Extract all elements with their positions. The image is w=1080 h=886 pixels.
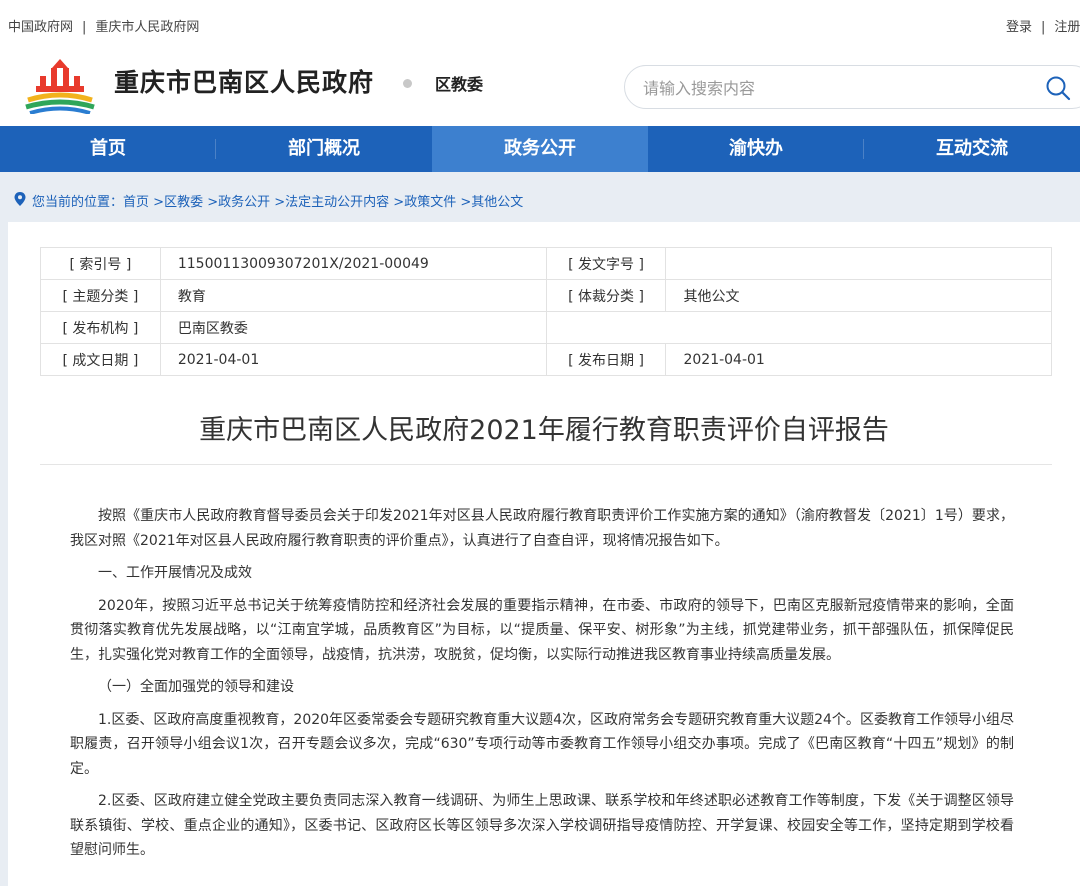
government-logo-icon[interactable] — [22, 56, 98, 114]
top-links-left: 中国政府网 | 重庆市人民政府网 — [8, 16, 199, 35]
published-date-value: 2021-04-01 — [665, 343, 1052, 376]
link-cq-gov[interactable]: 重庆市人民政府网 — [95, 20, 199, 35]
paragraph: 按照《重庆市人民政府教育督导委员会关于印发2021年对区县人民政府履行教育职责评… — [70, 508, 1014, 549]
published-date-label: [ 发布日期 ] — [545, 343, 667, 376]
breadcrumb-separator: > — [270, 195, 286, 210]
topic-label: [ 主题分类 ] — [40, 279, 161, 312]
paragraph: 2020年，按照习近平总书记关于统筹疫情防控和经济社会发展的重要指示精神，在市委… — [70, 597, 1014, 663]
breadcrumb-trail: 您当前的位置：首页 >区教委 >政务公开 >法定主动公开内容 >政策文件 >其他… — [32, 191, 523, 210]
link-gov-cn[interactable]: 中国政府网 — [8, 20, 73, 35]
article-content: [ 索引号 ] 11500113009307201X/2021-00049 [ … — [8, 222, 1080, 886]
main-nav: 首页 部门概况 政务公开 渝快办 互动交流 — [0, 126, 1080, 172]
empty-cell — [545, 311, 1053, 344]
nav-government-affairs[interactable]: 政务公开 — [432, 126, 648, 172]
publisher-label: [ 发布机构 ] — [40, 311, 161, 344]
genre-label: [ 体裁分类 ] — [545, 279, 667, 312]
index-label: [ 索引号 ] — [40, 247, 161, 280]
search-input[interactable] — [643, 76, 1023, 100]
breadcrumb-prefix: 您当前的位置： — [32, 195, 124, 210]
breadcrumb-item-edu[interactable]: 区教委 — [164, 195, 203, 210]
created-date-label: [ 成文日期 ] — [40, 343, 161, 376]
top-bar: 中国政府网 | 重庆市人民政府网 登录 | 注册 — [0, 0, 1080, 46]
site-header: 重庆市巴南区人民政府 区教委 — [0, 46, 1080, 126]
breadcrumb-item-other[interactable]: 其他公文 — [471, 195, 523, 210]
genre-value: 其他公文 — [665, 279, 1052, 312]
breadcrumb-item-statutory[interactable]: 法定主动公开内容 — [285, 195, 389, 210]
table-row: [ 成文日期 ] 2021-04-01 [ 发布日期 ] 2021-04-01 — [40, 343, 1052, 376]
document-meta-table: [ 索引号 ] 11500113009307201X/2021-00049 [ … — [40, 247, 1053, 376]
breadcrumb-separator: > — [389, 195, 405, 210]
search-icon[interactable] — [1045, 75, 1071, 101]
title-divider — [40, 464, 1052, 465]
breadcrumb-item-home[interactable]: 首页 — [123, 195, 149, 210]
table-row: [ 发布机构 ] 巴南区教委 — [40, 311, 1053, 344]
table-row: [ 主题分类 ] 教育 [ 体裁分类 ] 其他公文 — [40, 279, 1052, 312]
breadcrumb-separator: > — [149, 195, 165, 210]
doc-number-value — [665, 247, 1052, 280]
site-title[interactable]: 重庆市巴南区人民政府 — [114, 63, 374, 99]
search-box — [624, 65, 1080, 109]
document-body: 按照《重庆市人民政府教育督导委员会关于印发2021年对区县人民政府履行教育职责评… — [70, 504, 1014, 871]
table-row: [ 索引号 ] 11500113009307201X/2021-00049 [ … — [40, 247, 1052, 280]
breadcrumb-item-policy[interactable]: 政策文件 — [404, 195, 456, 210]
location-pin-icon — [14, 192, 26, 206]
nav-interaction[interactable]: 互动交流 — [864, 126, 1080, 172]
index-value: 11500113009307201X/2021-00049 — [159, 247, 547, 280]
nav-yukuaiban[interactable]: 渝快办 — [648, 126, 864, 172]
department-name: 区教委 — [435, 75, 484, 94]
nav-home[interactable]: 首页 — [0, 126, 216, 172]
top-links-right: 登录 | 注册 — [1006, 16, 1080, 35]
paragraph: 1.区委、区政府高度重视教育，2020年区委常委会专题研究教育重大议题4次，区政… — [70, 711, 1014, 777]
login-link[interactable]: 登录 — [1006, 20, 1032, 35]
divider: | — [1041, 20, 1046, 35]
subsection-heading: （一）全面加强党的领导和建设 — [98, 679, 294, 695]
created-date-value: 2021-04-01 — [159, 343, 547, 376]
register-link[interactable]: 注册 — [1054, 20, 1080, 35]
breadcrumb-separator: > — [203, 195, 219, 210]
document-title: 重庆市巴南区人民政府2021年履行教育职责评价自评报告 — [199, 415, 889, 446]
topic-value: 教育 — [159, 279, 547, 312]
title-dot — [403, 79, 412, 88]
paragraph: 2.区委、区政府建立健全党政主要负责同志深入教育一线调研、为师生上思政课、联系学… — [70, 793, 1014, 858]
doc-number-label: [ 发文字号 ] — [545, 247, 667, 280]
breadcrumb-item-affairs[interactable]: 政务公开 — [218, 195, 270, 210]
divider: | — [82, 20, 87, 35]
breadcrumb-separator: > — [456, 195, 472, 210]
breadcrumb: 您当前的位置：首页 >区教委 >政务公开 >法定主动公开内容 >政策文件 >其他… — [0, 172, 1080, 222]
section-heading: 一、工作开展情况及成效 — [98, 565, 252, 581]
publisher-value: 巴南区教委 — [159, 311, 547, 344]
nav-department-overview[interactable]: 部门概况 — [216, 126, 432, 172]
